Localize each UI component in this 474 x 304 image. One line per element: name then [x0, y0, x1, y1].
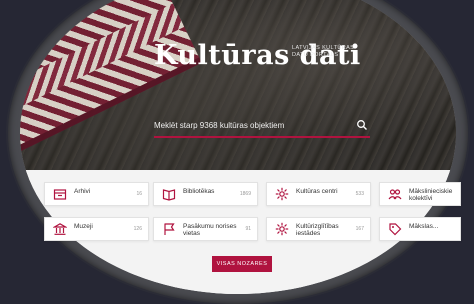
- category-count: 126: [133, 226, 142, 232]
- category-count: 1869: [239, 191, 251, 197]
- category-label: Mākslas...: [409, 223, 439, 230]
- gear-flower-icon: [275, 187, 289, 201]
- tag-icon: [389, 223, 402, 236]
- gear-flower-icon: [275, 222, 289, 236]
- hero-banner: Kultūras dati LATVIJAS KULTŪRAS DATU POR…: [20, 0, 456, 170]
- screen: Kultūras dati LATVIJAS KULTŪRAS DATU POR…: [20, 0, 456, 294]
- category-label: Kultūrizglītības iestādes: [296, 223, 339, 237]
- category-label: Muzeji: [74, 223, 93, 230]
- category-card-event-venues[interactable]: Pasākumu norises vietas 91: [153, 217, 258, 241]
- site-subtitle: LATVIJAS KULTŪRAS DATU PORTĀLS: [292, 45, 382, 59]
- category-count: 167: [355, 226, 364, 232]
- category-card-education[interactable]: Kultūrizglītības iestādes 167: [266, 217, 371, 241]
- category-card-culture-centers[interactable]: Kultūras centri 533: [266, 182, 371, 206]
- book-icon: [162, 189, 176, 201]
- site-subtitle-line: DATU PORTĀLS: [292, 52, 339, 58]
- all-sectors-button[interactable]: VISAS NOZARES: [212, 256, 272, 272]
- search-placeholder: Meklēt starp 9368 kultūras objektiem: [154, 121, 285, 130]
- category-card-art-collectives[interactable]: Mākslinieciskie kolektīvi: [379, 182, 461, 206]
- category-count: 533: [355, 191, 364, 197]
- site-subtitle-line: LATVIJAS KULTŪRAS: [292, 45, 355, 51]
- category-label: Kultūras centri: [296, 188, 338, 195]
- archive-icon: [53, 189, 67, 200]
- category-label: Mākslinieciskie kolektīvi: [409, 188, 453, 202]
- people-icon: [388, 189, 402, 200]
- flag-icon: [164, 223, 175, 235]
- category-card-museums[interactable]: Muzeji 126: [44, 217, 149, 241]
- category-count: 91: [245, 226, 251, 232]
- category-card-archives[interactable]: Arhivi 16: [44, 182, 149, 206]
- category-label: Pasākumu norises vietas: [183, 223, 237, 237]
- category-card-libraries[interactable]: Bibliotēkas 1869: [153, 182, 258, 206]
- category-label: Bibliotēkas: [183, 188, 215, 195]
- search-input[interactable]: Meklēt starp 9368 kultūras objektiem: [154, 118, 370, 138]
- category-card-art-other[interactable]: Mākslas...: [379, 217, 461, 241]
- category-label: Arhivi: [74, 188, 91, 195]
- museum-icon: [53, 223, 67, 235]
- category-count: 16: [136, 191, 142, 197]
- search-icon[interactable]: [356, 119, 368, 131]
